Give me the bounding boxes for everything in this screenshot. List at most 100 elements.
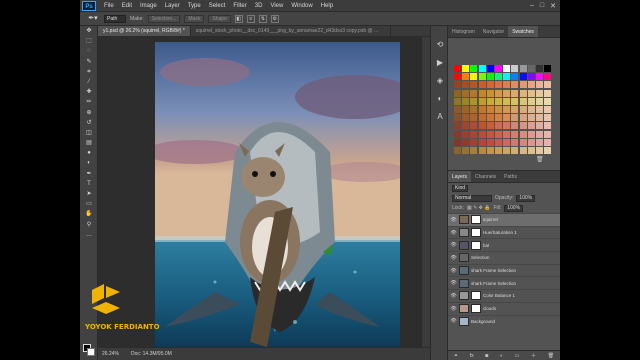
gradient-icon[interactable]: ▤ [80,138,98,148]
swatch[interactable] [495,81,502,89]
menu-type[interactable]: Type [184,0,205,12]
swatch[interactable] [511,114,519,122]
swatch[interactable] [511,97,519,105]
swatch[interactable] [495,114,502,122]
swatch[interactable] [511,130,519,138]
adjustment-layer-icon[interactable]: ◐ [500,353,503,359]
menu-3d[interactable]: 3D [251,0,267,12]
panel-tab-channels[interactable]: Channels [471,171,500,182]
swatch[interactable] [544,89,552,97]
swatch[interactable] [454,106,461,113]
swatch[interactable] [486,81,494,89]
lasso-icon[interactable]: ◌ [80,46,98,56]
swatch[interactable] [462,114,470,122]
swatch[interactable] [486,130,494,138]
swatch[interactable] [503,106,511,113]
panel-tab-paths[interactable]: Paths [500,171,521,182]
swatch[interactable] [470,81,478,89]
add-mask-icon[interactable]: ◙ [485,353,488,359]
swatch[interactable] [519,81,527,89]
panel-tab-navigator[interactable]: Navigator [479,26,508,37]
swatch[interactable] [462,147,470,154]
swatch[interactable] [519,65,527,72]
swatch[interactable] [527,97,535,105]
swatch[interactable] [527,147,535,154]
swatch[interactable] [470,73,478,81]
swatch[interactable] [527,114,535,122]
swatch[interactable] [503,114,511,122]
layer-row[interactable]: 👁 shark Frame Selection [448,263,560,277]
layer-mask-thumbnail[interactable] [471,304,481,314]
swatch[interactable] [503,81,511,89]
swatch[interactable] [503,89,511,97]
eye-icon[interactable]: 👁 [450,293,457,299]
healing-icon[interactable]: ✚ [80,87,98,97]
swatch[interactable] [470,138,478,146]
swatch[interactable] [478,122,486,130]
zoom-level[interactable]: 26.24% [102,351,119,357]
layer-row[interactable]: 👁 Selection [448,251,560,264]
properties-icon[interactable]: ◈ [431,72,449,90]
layer-row[interactable]: 👁 shark Frame Selection [448,276,560,289]
swatch[interactable] [495,97,502,105]
swatch[interactable] [470,114,478,122]
layer-row[interactable]: 👁 clouds [448,301,560,315]
swatch[interactable] [503,73,511,81]
swatch[interactable] [462,130,470,138]
swatch[interactable] [462,97,470,105]
swatch[interactable] [519,147,527,154]
swatch[interactable] [536,65,543,72]
move-icon[interactable]: ✥ [80,26,98,36]
swatch[interactable] [544,106,552,113]
swatch[interactable] [536,122,543,130]
swatch[interactable] [495,122,502,130]
swatch[interactable] [495,106,502,113]
swatch[interactable] [454,65,461,72]
history-brush-icon[interactable]: ↺ [80,118,98,128]
swatch[interactable] [486,122,494,130]
stamp-icon[interactable]: ⊕ [80,108,98,118]
minimize-icon[interactable]: – [530,2,534,10]
swatch[interactable] [519,122,527,130]
swatch[interactable] [527,65,535,72]
type-icon[interactable]: T [80,179,98,189]
swatch[interactable] [462,122,470,130]
swatch[interactable] [503,122,511,130]
swatch[interactable] [536,138,543,146]
pen-icon[interactable]: ✒ [80,169,98,179]
layer-row[interactable]: 👁 Background [448,314,560,328]
swatch[interactable] [495,138,502,146]
crop-icon[interactable]: ⌗ [80,67,98,77]
hand-icon[interactable]: ✋ [80,209,98,219]
swatch[interactable] [454,138,461,146]
swatch[interactable] [454,97,461,105]
swatch[interactable] [462,73,470,81]
menu-help[interactable]: Help [317,0,337,12]
menu-layer[interactable]: Layer [161,0,184,12]
character-icon[interactable]: A [431,108,449,126]
swatch[interactable] [486,114,494,122]
actions-icon[interactable]: ▶ [431,54,449,72]
layer-mask-thumbnail[interactable] [471,215,481,225]
layer-mask-thumbnail[interactable] [471,240,481,250]
swatch[interactable] [527,81,535,89]
layer-filter-select[interactable]: Kind [452,184,469,192]
swatch[interactable] [544,81,552,89]
panel-tab-histogram[interactable]: Histogram [448,26,479,37]
swatch[interactable] [478,97,486,105]
swatch[interactable] [511,122,519,130]
zoom-icon[interactable]: ⚲ [80,220,98,230]
swatch[interactable] [454,122,461,130]
swatch[interactable] [478,138,486,146]
swatch[interactable] [544,138,552,146]
eye-icon[interactable]: 👁 [450,318,457,324]
make-shape-button[interactable]: Shape [208,14,231,23]
swatch[interactable] [544,147,552,154]
path-operations-icon[interactable]: ◧ [234,14,243,23]
swatch[interactable] [503,147,511,154]
swatch[interactable] [536,73,543,81]
swatch[interactable] [470,130,478,138]
layer-row[interactable]: 👁 Color Balance 1 [448,289,560,302]
eye-icon[interactable]: 👁 [450,230,457,236]
swatch[interactable] [519,138,527,146]
